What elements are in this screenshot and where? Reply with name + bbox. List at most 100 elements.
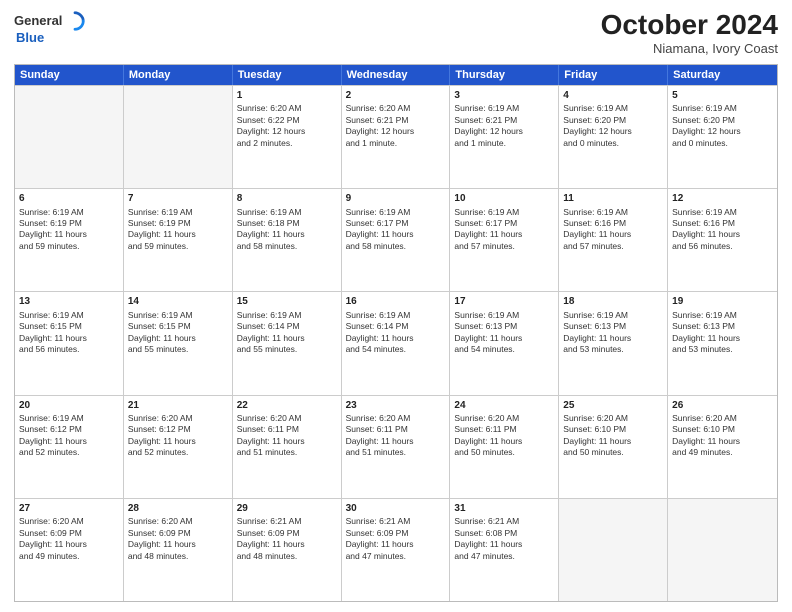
- day-number: 24: [454, 399, 554, 413]
- cell-info-line: Sunrise: 6:19 AM: [563, 103, 663, 114]
- cell-info-line: and 48 minutes.: [128, 551, 228, 562]
- calendar-row-2: 13Sunrise: 6:19 AMSunset: 6:15 PMDayligh…: [15, 291, 777, 394]
- calendar-cell: 22Sunrise: 6:20 AMSunset: 6:11 PMDayligh…: [233, 396, 342, 498]
- calendar-row-1: 6Sunrise: 6:19 AMSunset: 6:19 PMDaylight…: [15, 188, 777, 291]
- day-number: 3: [454, 89, 554, 103]
- day-number: 1: [237, 89, 337, 103]
- cell-info-line: Daylight: 11 hours: [19, 229, 119, 240]
- cell-info-line: and 59 minutes.: [19, 241, 119, 252]
- day-number: 30: [346, 502, 446, 516]
- day-number: 19: [672, 295, 773, 309]
- cell-info-line: Daylight: 11 hours: [237, 229, 337, 240]
- calendar-cell: 12Sunrise: 6:19 AMSunset: 6:16 PMDayligh…: [668, 189, 777, 291]
- cell-info-line: Daylight: 11 hours: [346, 333, 446, 344]
- cell-info-line: Sunrise: 6:20 AM: [563, 413, 663, 424]
- cell-info-line: and 56 minutes.: [19, 344, 119, 355]
- cell-info-line: and 2 minutes.: [237, 138, 337, 149]
- cell-info-line: Sunrise: 6:20 AM: [237, 103, 337, 114]
- calendar-row-3: 20Sunrise: 6:19 AMSunset: 6:12 PMDayligh…: [15, 395, 777, 498]
- cell-info-line: Sunset: 6:17 PM: [454, 218, 554, 229]
- cell-info-line: and 1 minute.: [346, 138, 446, 149]
- day-number: 7: [128, 192, 228, 206]
- day-number: 9: [346, 192, 446, 206]
- logo-blue-text: Blue: [16, 30, 44, 46]
- cell-info-line: Sunset: 6:10 PM: [563, 424, 663, 435]
- day-number: 20: [19, 399, 119, 413]
- cell-info-line: Daylight: 11 hours: [672, 436, 773, 447]
- cell-info-line: Sunrise: 6:19 AM: [563, 310, 663, 321]
- cell-info-line: and 55 minutes.: [128, 344, 228, 355]
- cell-info-line: Daylight: 11 hours: [454, 333, 554, 344]
- day-number: 29: [237, 502, 337, 516]
- cell-info-line: and 1 minute.: [454, 138, 554, 149]
- cell-info-line: Daylight: 11 hours: [237, 539, 337, 550]
- cell-info-line: Sunset: 6:15 PM: [19, 321, 119, 332]
- logo-icon: [64, 10, 86, 32]
- cell-info-line: Daylight: 11 hours: [672, 229, 773, 240]
- cell-info-line: Sunrise: 6:20 AM: [237, 413, 337, 424]
- cell-info-line: Sunset: 6:14 PM: [346, 321, 446, 332]
- cell-info-line: Daylight: 11 hours: [563, 333, 663, 344]
- month-title: October 2024: [601, 10, 778, 41]
- cell-info-line: Daylight: 12 hours: [346, 126, 446, 137]
- cell-info-line: Sunrise: 6:21 AM: [237, 516, 337, 527]
- cell-info-line: Sunset: 6:15 PM: [128, 321, 228, 332]
- cell-info-line: and 49 minutes.: [19, 551, 119, 562]
- cell-info-line: Sunset: 6:11 PM: [237, 424, 337, 435]
- day-number: 4: [563, 89, 663, 103]
- cell-info-line: and 49 minutes.: [672, 447, 773, 458]
- calendar-header-row: SundayMondayTuesdayWednesdayThursdayFrid…: [15, 65, 777, 85]
- cell-info-line: and 54 minutes.: [346, 344, 446, 355]
- cell-info-line: and 58 minutes.: [346, 241, 446, 252]
- day-number: 14: [128, 295, 228, 309]
- title-block: October 2024 Niamana, Ivory Coast: [601, 10, 778, 56]
- cell-info-line: Sunrise: 6:19 AM: [672, 310, 773, 321]
- cell-info-line: Sunrise: 6:19 AM: [672, 103, 773, 114]
- calendar-cell: 11Sunrise: 6:19 AMSunset: 6:16 PMDayligh…: [559, 189, 668, 291]
- calendar-cell: 2Sunrise: 6:20 AMSunset: 6:21 PMDaylight…: [342, 86, 451, 188]
- cell-info-line: Sunset: 6:08 PM: [454, 528, 554, 539]
- cell-info-line: Sunrise: 6:19 AM: [128, 310, 228, 321]
- cell-info-line: Daylight: 12 hours: [563, 126, 663, 137]
- calendar-cell: 26Sunrise: 6:20 AMSunset: 6:10 PMDayligh…: [668, 396, 777, 498]
- calendar-cell: 28Sunrise: 6:20 AMSunset: 6:09 PMDayligh…: [124, 499, 233, 601]
- day-number: 12: [672, 192, 773, 206]
- day-number: 18: [563, 295, 663, 309]
- cell-info-line: Daylight: 11 hours: [563, 436, 663, 447]
- calendar-cell: [124, 86, 233, 188]
- day-number: 16: [346, 295, 446, 309]
- cell-info-line: and 58 minutes.: [237, 241, 337, 252]
- cell-info-line: Sunset: 6:09 PM: [19, 528, 119, 539]
- cell-info-line: Sunrise: 6:19 AM: [672, 207, 773, 218]
- calendar-cell: [15, 86, 124, 188]
- cell-info-line: Daylight: 11 hours: [237, 333, 337, 344]
- cell-info-line: Sunset: 6:19 PM: [19, 218, 119, 229]
- cell-info-line: Sunset: 6:12 PM: [19, 424, 119, 435]
- cell-info-line: Sunset: 6:14 PM: [237, 321, 337, 332]
- cell-info-line: and 47 minutes.: [454, 551, 554, 562]
- cell-info-line: Sunrise: 6:20 AM: [346, 413, 446, 424]
- calendar-cell: 31Sunrise: 6:21 AMSunset: 6:08 PMDayligh…: [450, 499, 559, 601]
- day-number: 25: [563, 399, 663, 413]
- calendar-cell: 1Sunrise: 6:20 AMSunset: 6:22 PMDaylight…: [233, 86, 342, 188]
- calendar-cell: 23Sunrise: 6:20 AMSunset: 6:11 PMDayligh…: [342, 396, 451, 498]
- cell-info-line: Sunrise: 6:20 AM: [346, 103, 446, 114]
- calendar-cell: 21Sunrise: 6:20 AMSunset: 6:12 PMDayligh…: [124, 396, 233, 498]
- day-number: 8: [237, 192, 337, 206]
- day-number: 28: [128, 502, 228, 516]
- day-number: 31: [454, 502, 554, 516]
- cell-info-line: Sunrise: 6:20 AM: [19, 516, 119, 527]
- day-number: 5: [672, 89, 773, 103]
- calendar-cell: 5Sunrise: 6:19 AMSunset: 6:20 PMDaylight…: [668, 86, 777, 188]
- day-number: 26: [672, 399, 773, 413]
- day-number: 22: [237, 399, 337, 413]
- cell-info-line: Daylight: 11 hours: [454, 436, 554, 447]
- cell-info-line: Sunset: 6:10 PM: [672, 424, 773, 435]
- day-number: 2: [346, 89, 446, 103]
- cell-info-line: Sunset: 6:11 PM: [346, 424, 446, 435]
- calendar-cell: 17Sunrise: 6:19 AMSunset: 6:13 PMDayligh…: [450, 292, 559, 394]
- calendar-cell: 14Sunrise: 6:19 AMSunset: 6:15 PMDayligh…: [124, 292, 233, 394]
- header-cell-monday: Monday: [124, 65, 233, 85]
- cell-info-line: and 57 minutes.: [454, 241, 554, 252]
- cell-info-line: Sunrise: 6:19 AM: [454, 103, 554, 114]
